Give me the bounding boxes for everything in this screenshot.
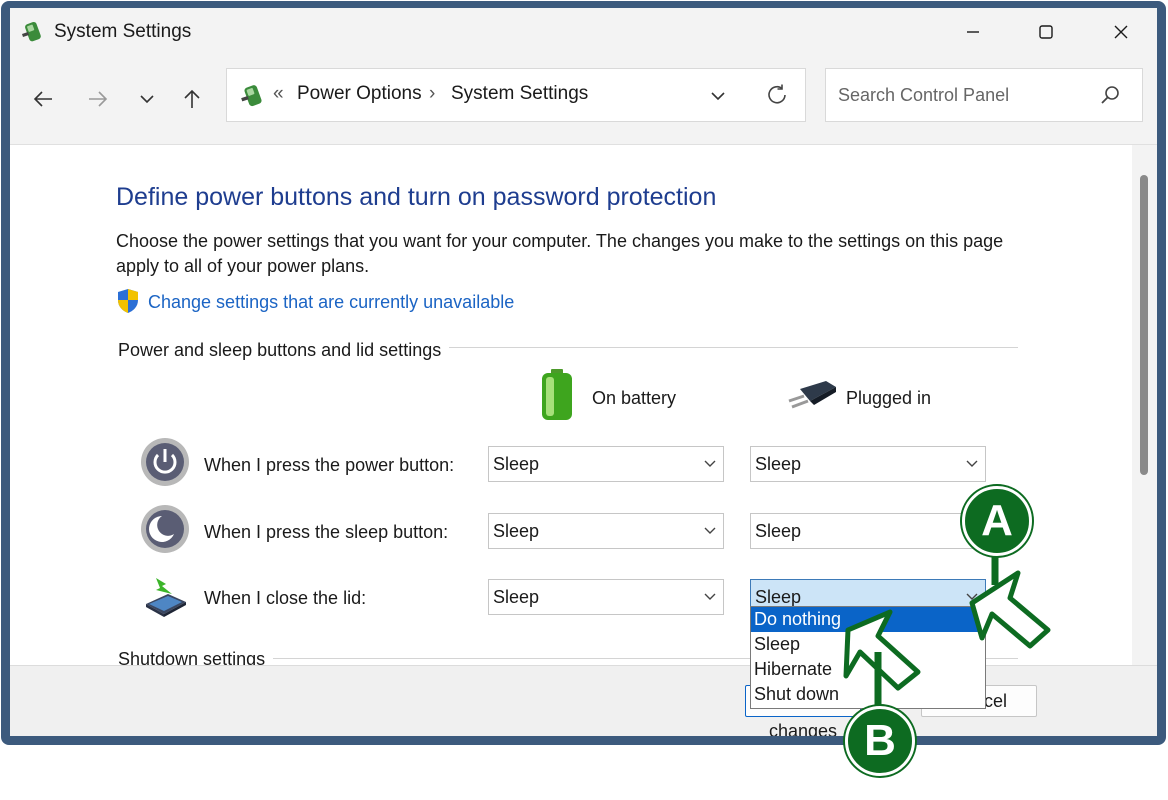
callout-badge-a: A bbox=[962, 486, 1032, 556]
callout-arrow-a bbox=[969, 570, 1051, 649]
callout-arrow-b bbox=[843, 609, 921, 691]
annotation-arrows bbox=[843, 548, 1051, 712]
callout-badge-b: B bbox=[845, 706, 915, 776]
